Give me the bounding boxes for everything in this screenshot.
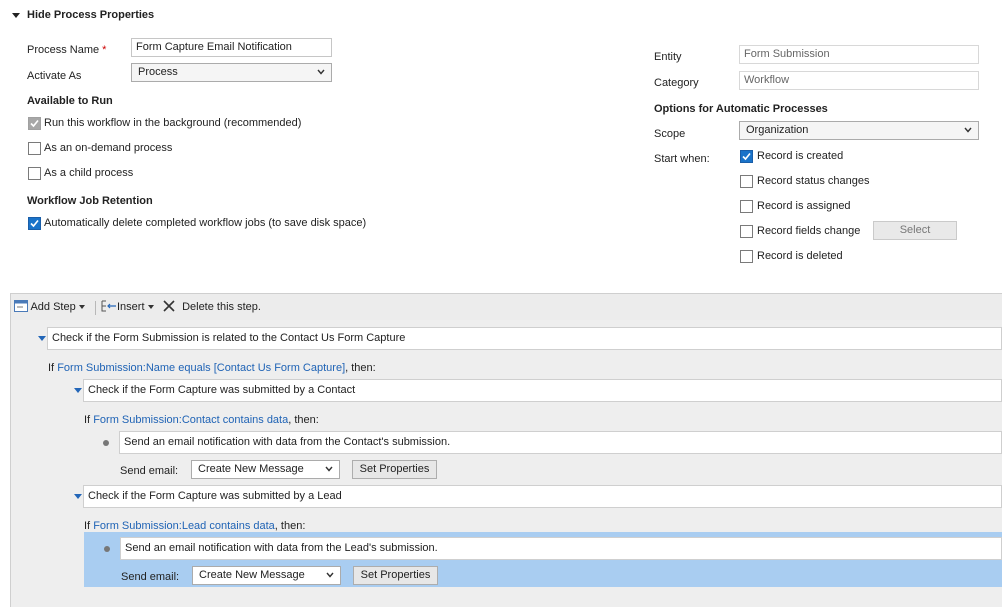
condition1-suffix: , then:	[345, 362, 376, 374]
expand-step2-icon[interactable]	[74, 388, 82, 393]
add-step-button[interactable]: Add Step	[14, 300, 85, 313]
bullet-icon	[103, 440, 109, 446]
record-assigned-checkbox[interactable]	[740, 200, 753, 213]
record-status-label: Record status changes	[757, 175, 870, 187]
condition3: If Form Submission:Lead contains data, t…	[84, 520, 305, 532]
bullet-icon	[104, 546, 110, 552]
run-background-checkbox[interactable]	[28, 117, 41, 130]
activate-as-select[interactable]: Process	[131, 63, 332, 82]
auto-delete-label: Automatically delete completed workflow …	[44, 217, 367, 229]
insert-icon	[101, 300, 116, 312]
condition1-link[interactable]: Form Submission:Name equals [Contact Us …	[57, 362, 345, 374]
condition3-suffix: , then:	[274, 520, 306, 532]
checkmark-icon	[30, 219, 39, 228]
activate-as-value: Process	[138, 66, 178, 78]
email1-description[interactable]: Send an email notification with data fro…	[119, 431, 1002, 454]
collapse-triangle-icon	[12, 13, 20, 18]
toolbar-separator	[95, 301, 96, 315]
run-background-label: Run this workflow in the background (rec…	[44, 117, 302, 129]
condition1: If Form Submission:Name equals [Contact …	[48, 362, 376, 374]
email1-send-label: Send email:	[120, 465, 179, 477]
toggle-properties-label: Hide Process Properties	[27, 9, 155, 21]
email2-set-properties-button[interactable]: Set Properties	[353, 566, 438, 585]
category-label: Category	[654, 77, 699, 89]
on-demand-label: As an on-demand process	[44, 142, 173, 154]
condition1-prefix: If	[48, 362, 55, 374]
expand-step1-icon[interactable]	[38, 336, 46, 341]
record-deleted-label: Record is deleted	[757, 250, 843, 262]
chevron-down-icon	[147, 305, 154, 309]
insert-label: Insert	[117, 301, 145, 313]
child-process-checkbox[interactable]	[28, 167, 41, 180]
add-step-label: Add Step	[30, 301, 76, 313]
category-field: Workflow	[739, 71, 979, 90]
delete-step-button[interactable]: Delete this step.	[163, 300, 261, 313]
checkmark-icon	[30, 119, 39, 128]
condition3-link[interactable]: Form Submission:Lead contains data	[93, 520, 275, 532]
chevron-down-icon	[78, 305, 85, 309]
email2-send-label: Send email:	[121, 571, 180, 583]
step2-title[interactable]: Check if the Form Capture was submitted …	[83, 379, 1002, 402]
on-demand-checkbox[interactable]	[28, 142, 41, 155]
options-heading: Options for Automatic Processes	[654, 103, 828, 115]
step1-title[interactable]: Check if the Form Submission is related …	[47, 327, 1002, 350]
chevron-down-icon	[317, 69, 325, 75]
scope-value: Organization	[746, 124, 809, 136]
record-created-label: Record is created	[757, 150, 844, 162]
record-fields-checkbox[interactable]	[740, 225, 753, 238]
auto-delete-checkbox[interactable]	[28, 217, 41, 230]
delete-x-icon	[163, 300, 175, 312]
record-deleted-checkbox[interactable]	[740, 250, 753, 263]
record-assigned-label: Record is assigned	[757, 200, 851, 212]
checkmark-icon	[742, 152, 751, 161]
record-fields-label: Record fields change	[757, 225, 861, 237]
email2-description[interactable]: Send an email notification with data fro…	[120, 537, 1002, 560]
condition2-suffix: , then:	[288, 414, 319, 426]
entity-label: Entity	[654, 51, 682, 63]
email1-select[interactable]: Create New Message	[191, 460, 340, 479]
condition3-prefix: If	[84, 520, 91, 532]
start-when-label: Start when:	[654, 153, 710, 165]
record-created-checkbox[interactable]	[740, 150, 753, 163]
delete-step-label: Delete this step.	[182, 301, 261, 313]
step3-title[interactable]: Check if the Form Capture was submitted …	[83, 485, 1002, 508]
email2-select[interactable]: Create New Message	[192, 566, 341, 585]
email1-set-properties-button[interactable]: Set Properties	[352, 460, 437, 479]
chevron-down-icon	[325, 466, 333, 472]
select-fields-button[interactable]: Select	[873, 221, 957, 240]
condition2: If Form Submission:Contact contains data…	[84, 414, 319, 426]
scope-label: Scope	[654, 128, 686, 140]
scope-select[interactable]: Organization	[739, 121, 979, 140]
chevron-down-icon	[964, 127, 972, 133]
condition2-prefix: If	[84, 414, 91, 426]
condition2-link[interactable]: Form Submission:Contact contains data	[93, 414, 288, 426]
insert-button[interactable]: Insert	[101, 300, 154, 313]
email2-select-value: Create New Message	[199, 569, 305, 581]
record-status-checkbox[interactable]	[740, 175, 753, 188]
required-marker: *	[102, 44, 107, 56]
designer-toolbar: Add Step Insert Delete this step.	[11, 294, 1002, 320]
child-process-label: As a child process	[44, 167, 134, 179]
available-to-run-heading: Available to Run	[27, 95, 113, 107]
chevron-down-icon	[326, 572, 334, 578]
process-name-label: Process Name *	[27, 44, 107, 56]
retention-heading: Workflow Job Retention	[27, 195, 153, 207]
add-step-icon	[14, 300, 28, 312]
expand-step3-icon[interactable]	[74, 494, 82, 499]
email1-select-value: Create New Message	[198, 463, 304, 475]
activate-as-label: Activate As	[27, 70, 82, 82]
entity-field: Form Submission	[739, 45, 979, 64]
process-name-input[interactable]: Form Capture Email Notification	[131, 38, 332, 57]
